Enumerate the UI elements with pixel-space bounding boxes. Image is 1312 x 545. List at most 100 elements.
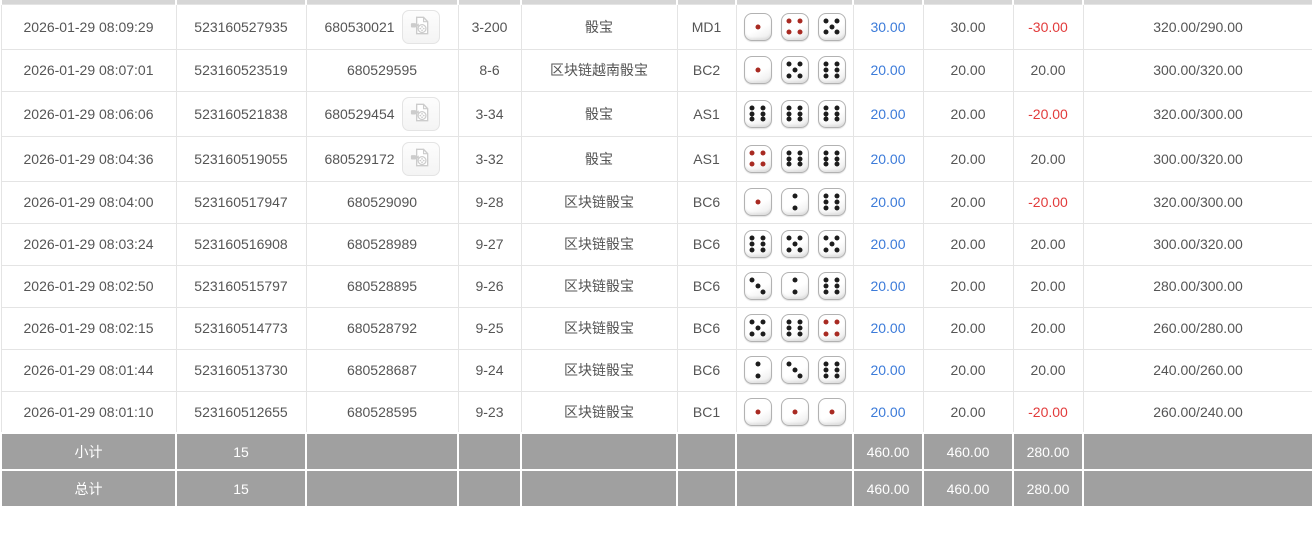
die-icon xyxy=(743,356,772,384)
table-row: 2026-01-29 08:09:29 523160527935 6805300… xyxy=(0,3,1312,50)
die-icon xyxy=(743,230,772,258)
video-replay-button[interactable] xyxy=(401,96,440,131)
table-code-cell: BC1 xyxy=(676,390,737,434)
serial-number-cell: 523160521838 xyxy=(175,90,307,137)
round-number: 680528595 xyxy=(346,403,418,420)
valid-amount-cell: 20.00 xyxy=(922,306,1014,350)
period-cell: 3-34 xyxy=(457,90,522,137)
die-icon xyxy=(817,99,846,128)
period-cell: 9-24 xyxy=(457,348,522,392)
dice-result-cell xyxy=(735,306,854,350)
bet-amount-link[interactable]: 20.00 xyxy=(870,194,905,210)
table-row: 2026-01-29 08:06:06 523160521838 6805294… xyxy=(0,90,1312,137)
profit-cell: 20.00 xyxy=(1012,306,1084,350)
serial-number-cell: 523160513730 xyxy=(175,348,307,392)
bottom-spacer xyxy=(0,508,1312,522)
die-icon xyxy=(780,314,809,342)
round-number: 680529595 xyxy=(346,62,418,78)
valid-amount-cell: 20.00 xyxy=(922,48,1014,92)
video-replay-button[interactable] xyxy=(401,141,440,176)
bet-time-cell: 2026-01-29 08:07:01 xyxy=(0,48,177,92)
die-icon xyxy=(743,56,772,84)
dice-result-cell xyxy=(735,90,854,137)
period-cell: 8-6 xyxy=(457,48,522,92)
bet-amount-link[interactable]: 30.00 xyxy=(870,19,905,35)
serial-number-cell: 523160515797 xyxy=(175,264,307,308)
round-number: 680528687 xyxy=(346,362,418,378)
game-name-cell: 区块链骰宝 xyxy=(520,180,678,224)
bet-amount-link[interactable]: 20.00 xyxy=(870,320,905,336)
profit-cell: -20.00 xyxy=(1012,180,1084,224)
bet-amount-cell: 20.00 xyxy=(852,390,924,434)
dice-result-cell xyxy=(735,264,854,308)
dice-result-cell xyxy=(735,390,854,434)
die-icon xyxy=(780,397,809,426)
die-icon xyxy=(817,397,846,426)
round-number-cell: 680529595 xyxy=(305,48,459,92)
round-number: 680529172 xyxy=(324,150,395,167)
round-number: 680529090 xyxy=(346,194,418,210)
dice-result-cell xyxy=(735,135,854,182)
table-code-cell: BC6 xyxy=(676,180,737,224)
die-icon xyxy=(743,188,772,216)
bet-amount-link[interactable]: 20.00 xyxy=(870,236,905,252)
table-code-cell: AS1 xyxy=(676,90,737,137)
dice-result-cell xyxy=(735,222,854,266)
balance-cell: 240.00/260.00 xyxy=(1082,348,1312,392)
bet-amount-cell: 20.00 xyxy=(852,180,924,224)
period-cell: 9-23 xyxy=(457,390,522,434)
die-icon xyxy=(817,56,846,84)
round-number-cell: 680529454 xyxy=(305,90,459,137)
balance-cell: 320.00/300.00 xyxy=(1082,180,1312,224)
serial-number-cell: 523160527935 xyxy=(175,3,307,50)
serial-number-cell: 523160514773 xyxy=(175,306,307,350)
bet-amount-cell: 30.00 xyxy=(852,3,924,50)
period-cell: 3-32 xyxy=(457,135,522,182)
balance-cell: 280.00/300.00 xyxy=(1082,264,1312,308)
balance-cell: 260.00/240.00 xyxy=(1082,390,1312,434)
round-number: 680528895 xyxy=(346,278,418,294)
bet-amount-link[interactable]: 20.00 xyxy=(870,62,905,78)
subtotal-profit: 280.00 xyxy=(1012,432,1084,471)
total-count: 15 xyxy=(175,469,307,508)
bet-amount-link[interactable]: 20.00 xyxy=(870,151,905,167)
serial-number-cell: 523160523519 xyxy=(175,48,307,92)
video-replay-button[interactable] xyxy=(401,9,440,44)
valid-amount-cell: 20.00 xyxy=(922,348,1014,392)
bet-amount-link[interactable]: 20.00 xyxy=(870,278,905,294)
table-row: 2026-01-29 08:04:00 523160517947 6805290… xyxy=(0,180,1312,224)
game-name-cell: 区块链骰宝 xyxy=(520,222,678,266)
video-file-icon xyxy=(409,101,432,127)
die-icon xyxy=(780,356,809,384)
round-number-cell: 680529090 xyxy=(305,180,459,224)
bet-time-cell: 2026-01-29 08:01:44 xyxy=(0,348,177,392)
table-row: 2026-01-29 08:01:10 523160512655 6805285… xyxy=(0,390,1312,434)
valid-amount-cell: 20.00 xyxy=(922,90,1014,137)
bet-amount-cell: 20.00 xyxy=(852,264,924,308)
die-icon xyxy=(817,356,846,384)
period-cell: 9-26 xyxy=(457,264,522,308)
profit-cell: 20.00 xyxy=(1012,135,1084,182)
balance-cell: 320.00/300.00 xyxy=(1082,90,1312,137)
round-number: 680528792 xyxy=(346,320,418,336)
die-icon xyxy=(743,397,772,426)
table-code-cell: BC6 xyxy=(676,222,737,266)
balance-cell: 260.00/280.00 xyxy=(1082,306,1312,350)
total-profit: 280.00 xyxy=(1012,469,1084,508)
profit-cell: 20.00 xyxy=(1012,222,1084,266)
bet-amount-cell: 20.00 xyxy=(852,306,924,350)
bet-history-table: 2026-01-29 08:09:29 523160527935 6805300… xyxy=(0,0,1312,508)
balance-cell: 300.00/320.00 xyxy=(1082,135,1312,182)
game-name-cell: 骰宝 xyxy=(520,90,678,137)
die-icon xyxy=(780,272,809,300)
dice-result-cell xyxy=(735,180,854,224)
bet-amount-link[interactable]: 20.00 xyxy=(870,404,905,420)
die-icon xyxy=(817,12,846,41)
profit-cell: 20.00 xyxy=(1012,348,1084,392)
bet-amount-link[interactable]: 20.00 xyxy=(870,362,905,378)
game-name-cell: 区块链骰宝 xyxy=(520,390,678,434)
period-cell: 9-25 xyxy=(457,306,522,350)
period-cell: 3-200 xyxy=(457,3,522,50)
bet-amount-link[interactable]: 20.00 xyxy=(870,106,905,122)
bet-amount-cell: 20.00 xyxy=(852,48,924,92)
